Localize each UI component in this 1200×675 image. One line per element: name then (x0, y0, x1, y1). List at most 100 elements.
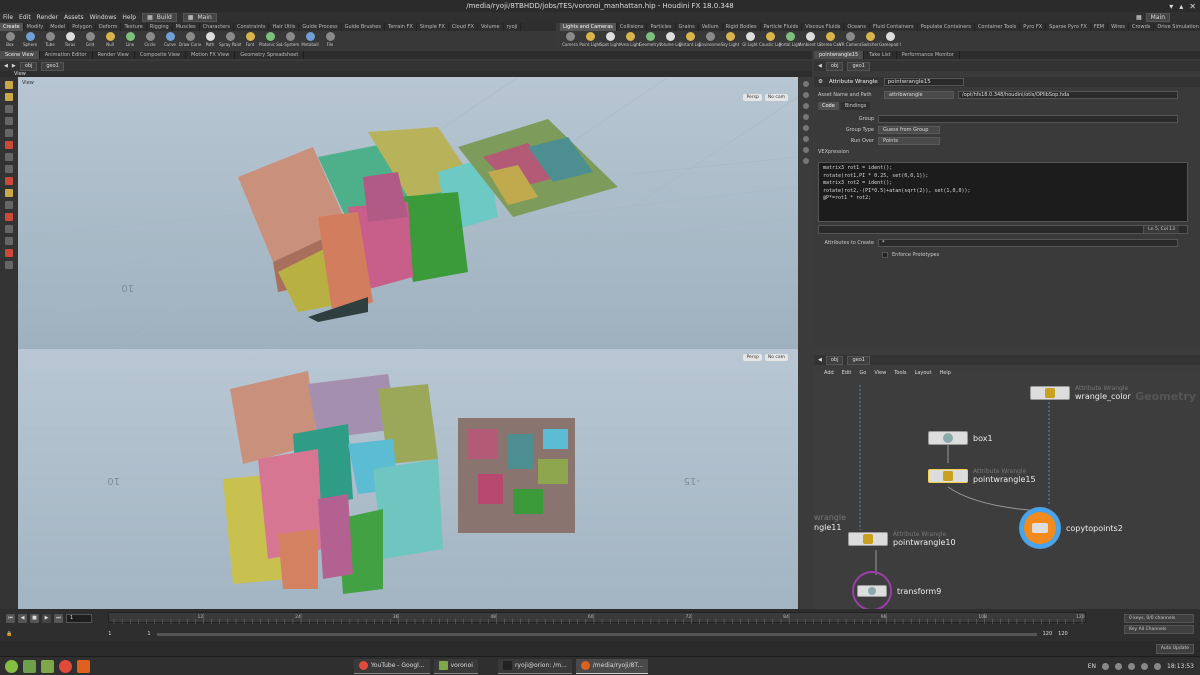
shelf-tab-15[interactable]: Cloud FX (449, 23, 478, 31)
brush-icon[interactable] (5, 153, 13, 161)
tool-area-light[interactable]: Area Light (620, 31, 640, 50)
asset-path-field[interactable]: /opt/hfs18.0.348/houdini/otls/OPlibSop.h… (958, 90, 1178, 99)
shelf-tab-5[interactable]: Rigid Bodies (723, 23, 761, 31)
task-terminal[interactable]: ryoji@orion: /m... (497, 658, 572, 674)
menu-edit[interactable]: Edit (19, 14, 31, 21)
backface-icon[interactable] (803, 158, 809, 164)
lighting-icon[interactable] (803, 92, 809, 98)
stop-icon[interactable]: ■ (30, 613, 39, 623)
params-tab-0[interactable]: pointwrangle15 (814, 51, 865, 59)
network-icon[interactable] (1141, 662, 1149, 670)
tab-bindings[interactable]: Bindings (840, 102, 871, 110)
grid-toggle-icon[interactable] (803, 147, 809, 153)
right-main-select[interactable]: Main (1145, 13, 1170, 22)
viewer-tab-5[interactable]: Geometry Spreadsheet (235, 51, 305, 59)
forward-icon[interactable]: ▶ (12, 63, 16, 69)
shelf-tab-0[interactable]: Lights and Cameras (560, 23, 617, 31)
tool-stereo-camera[interactable]: Stereo Camera (819, 31, 841, 50)
scene-viewport-bottom[interactable]: Persp No cam 10 -15 (18, 349, 798, 609)
light-tool-icon[interactable] (5, 225, 13, 233)
files-icon[interactable] (41, 659, 54, 673)
end-frame-2[interactable]: 120 (1058, 631, 1068, 637)
tool-environment-light[interactable]: Environment Light (699, 31, 721, 50)
shelf-tab-1[interactable]: Collisions (617, 23, 648, 31)
tool-ambient-light[interactable]: Ambient Light (799, 31, 821, 50)
tool-draw-curve[interactable]: Draw Curve (179, 31, 201, 50)
view-tool-icon[interactable] (5, 105, 13, 113)
node-body[interactable] (857, 585, 887, 597)
shelf-tab-16[interactable]: Crowds (1129, 23, 1155, 31)
handle-tool-icon[interactable] (5, 129, 13, 137)
scale-icon[interactable] (5, 213, 13, 221)
magnet-icon[interactable] (5, 189, 13, 197)
node-body[interactable] (1030, 386, 1070, 400)
menu-file[interactable]: File (3, 14, 13, 21)
keyboard-layout[interactable]: EN (1088, 663, 1096, 670)
tool-spray-paint[interactable]: Spray Paint (219, 31, 241, 50)
menu-windows[interactable]: Windows (90, 14, 117, 21)
rotate-icon[interactable] (5, 201, 13, 209)
group-field[interactable] (878, 114, 1178, 123)
menu-logo-icon[interactable] (5, 659, 18, 673)
node-body[interactable] (928, 469, 968, 483)
shelf-tab-13[interactable]: Sparse Pyro FX (1046, 23, 1091, 31)
bluetooth-icon[interactable] (1102, 662, 1110, 670)
end-frame[interactable]: 120 (1043, 631, 1053, 637)
start-frame-2[interactable]: 1 (147, 631, 150, 637)
current-frame-field[interactable]: 1 (66, 613, 92, 623)
tool-torus[interactable]: Torus (60, 31, 80, 50)
camera-menu-bottom[interactable]: No cam (764, 354, 788, 361)
shelf-tab-8[interactable]: Oceans (844, 23, 870, 31)
tool-camera[interactable]: Camera (560, 31, 580, 50)
shelf-tab-7[interactable]: Viscous Fluids (802, 23, 845, 31)
shelf-tab-7[interactable]: Muscles (173, 23, 200, 31)
camera-menu[interactable]: No cam (764, 94, 788, 101)
tool-gamepad-camera[interactable]: Gamepad Camera (879, 31, 901, 50)
display-options-icon[interactable] (803, 81, 809, 87)
select-tool-icon[interactable] (5, 81, 13, 89)
show-desktop-icon[interactable] (23, 659, 36, 673)
key-all-button[interactable]: Key All Channels (1124, 625, 1194, 634)
chrome-icon[interactable] (59, 659, 72, 673)
play-icon[interactable]: ▶ (42, 613, 51, 623)
shelf-tab-14[interactable]: FEM (1091, 23, 1109, 31)
node-pointwrangle10[interactable]: Attribute Wrangle pointwrangle10 (848, 531, 956, 547)
shelf-tab-2[interactable]: Model (47, 23, 70, 31)
params-tab-1[interactable]: Take List (864, 51, 897, 59)
tool-distant-light[interactable]: Distant Light (679, 31, 701, 50)
network-editor[interactable]: ◀ obj geo1 Add Edit Go View Tools Layout Help … (814, 345, 1200, 610)
prev-key-icon[interactable]: ◀ (18, 613, 27, 623)
transform-icon[interactable] (5, 141, 13, 149)
shelf-tab-9[interactable]: Constraints (234, 23, 270, 31)
tool-curve[interactable]: Curve (160, 31, 180, 50)
snap-icon[interactable] (5, 177, 13, 185)
menu-render[interactable]: Render (37, 14, 58, 21)
steam-icon[interactable] (1115, 662, 1123, 670)
shelf-tab-12[interactable]: Guide Brushes (342, 23, 385, 31)
tool-caustic-light[interactable]: Caustic Light (759, 31, 781, 50)
tool-gi-light[interactable]: GI Light (740, 31, 760, 50)
node-body[interactable] (848, 532, 888, 546)
tool-line[interactable]: Line (120, 31, 140, 50)
shelf-tab-6[interactable]: Rigging (147, 23, 173, 31)
tool-null[interactable]: Null (100, 31, 120, 50)
shelf-tab-3[interactable]: Polygon (69, 23, 96, 31)
tool-tube[interactable]: Tube (40, 31, 60, 50)
menu-help[interactable]: Help (122, 14, 136, 21)
path-geo[interactable]: geo1 (41, 61, 64, 71)
tool-box[interactable]: Box (0, 31, 20, 50)
first-frame-icon[interactable]: ⏮ (6, 613, 15, 623)
params-path-geo[interactable]: geo1 (847, 61, 870, 71)
node-pointwrangle15[interactable]: Attribute Wrangle pointwrangle15 (928, 468, 1036, 484)
shelf-tab-14[interactable]: Simple FX (417, 23, 449, 31)
tab-code[interactable]: Code (818, 102, 839, 110)
run-over-dropdown[interactable]: Points (878, 136, 940, 145)
attributes-field[interactable]: * (878, 238, 1178, 247)
shelf-tab-4[interactable]: Deform (96, 23, 122, 31)
move-tool-icon[interactable] (5, 117, 13, 125)
shelf-tab-0[interactable]: Create (0, 23, 24, 31)
persp-menu[interactable]: Persp (743, 94, 762, 101)
task-youtube[interactable]: YouTube - Googl... (354, 658, 430, 674)
range-slider[interactable] (156, 632, 1037, 636)
tool-path[interactable]: Path (200, 31, 220, 50)
